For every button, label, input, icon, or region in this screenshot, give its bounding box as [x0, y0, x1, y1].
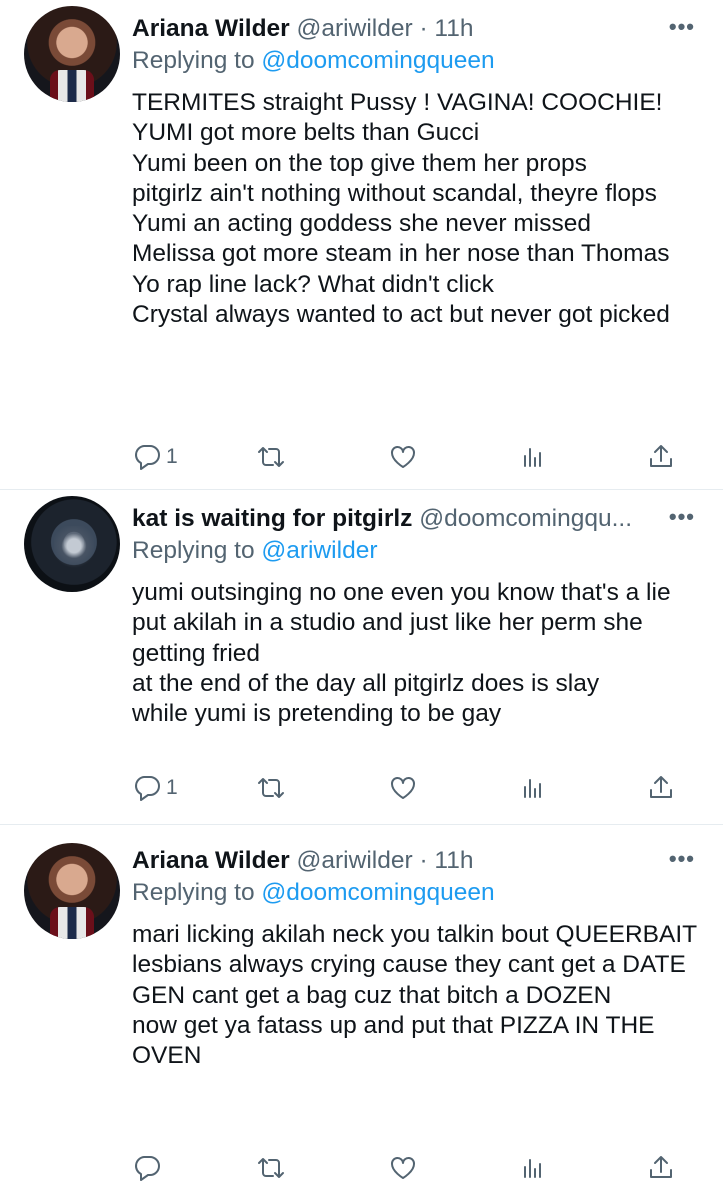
mention-link[interactable]: @doomcomingqueen: [261, 47, 494, 74]
reply-icon: [135, 1156, 160, 1181]
user-handle[interactable]: @doomcomingqu...: [419, 505, 632, 532]
analytics-button[interactable]: [518, 440, 548, 474]
tweet-line: while yumi is pretending to be gay: [132, 700, 502, 728]
user-handle[interactable]: @ariwilder: [297, 847, 413, 874]
tweet-header: Ariana Wilder @ariwilder · 11h: [132, 14, 683, 44]
avatar[interactable]: [24, 496, 120, 592]
analytics-icon: [524, 448, 541, 467]
share-icon: [650, 445, 672, 467]
retweet-button[interactable]: [256, 440, 286, 474]
tweet[interactable]: kat is waiting for pitgirlz @doomcomingq…: [0, 490, 723, 825]
avatar[interactable]: [24, 6, 120, 102]
replying-to: Replying to @doomcomingqueen: [132, 46, 495, 76]
tweet-line: pitgirlz ain't nothing without scandal, …: [132, 179, 657, 207]
share-button[interactable]: [646, 771, 676, 805]
like-button[interactable]: [388, 1151, 418, 1185]
retweet-icon: [258, 778, 284, 798]
tweet-line: mari licking akilah neck you talkin bout…: [132, 921, 698, 948]
more-icon[interactable]: •••: [669, 504, 695, 530]
user-handle[interactable]: @ariwilder: [297, 15, 413, 42]
tweet-text: TERMITES straight Pussy ! VAGINA! COOCHI…: [132, 88, 702, 330]
analytics-button[interactable]: [518, 1151, 548, 1185]
action-bar: 1: [132, 771, 692, 805]
tweet-line: TERMITES straight Pussy ! VAGINA! COOCHI…: [132, 89, 663, 116]
tweet[interactable]: Ariana Wilder @ariwilder · 11h ••• Reply…: [0, 825, 723, 1200]
heart-icon: [391, 777, 415, 799]
separator-dot: ·: [419, 847, 428, 874]
tweet-line: YUMI got more belts than Gucci: [132, 119, 480, 147]
display-name[interactable]: Ariana Wilder: [132, 15, 290, 42]
analytics-icon: [524, 779, 541, 798]
like-button[interactable]: [388, 440, 418, 474]
tweet-line: lesbians always crying cause they cant g…: [132, 951, 686, 979]
reply-icon: [135, 776, 160, 801]
tweet-line: Crystal always wanted to act but never g…: [132, 301, 670, 329]
reply-button[interactable]: [132, 1151, 166, 1185]
analytics-button[interactable]: [518, 771, 548, 805]
tweet-line: yumi outsinging no one even you know tha…: [132, 579, 671, 606]
tweet-text: mari licking akilah neck you talkin bout…: [132, 920, 702, 1071]
reply-icon: [135, 445, 160, 470]
share-button[interactable]: [646, 440, 676, 474]
tweet-header: kat is waiting for pitgirlz @doomcomingq…: [132, 504, 683, 534]
replying-to-label: Replying to: [132, 879, 255, 906]
separator-dot: ·: [419, 15, 428, 42]
action-bar: 1: [132, 440, 692, 474]
tweet-line: Yumi been on the top give them her props: [132, 149, 587, 177]
like-button[interactable]: [388, 771, 418, 805]
heart-icon: [391, 446, 415, 468]
reply-button[interactable]: 1: [132, 771, 178, 805]
retweet-button[interactable]: [256, 771, 286, 805]
timestamp[interactable]: 11h: [434, 15, 473, 42]
mention-link[interactable]: @ariwilder: [261, 537, 377, 564]
action-bar: [132, 1151, 692, 1185]
more-icon[interactable]: •••: [669, 14, 695, 40]
avatar[interactable]: [24, 843, 120, 939]
timestamp[interactable]: 11h: [434, 847, 473, 874]
retweet-icon: [258, 447, 284, 467]
replying-to: Replying to @ariwilder: [132, 536, 377, 566]
tweet-line: now get ya fatass up and put that PIZZA …: [132, 1011, 662, 1070]
heart-icon: [391, 1157, 415, 1179]
replying-to-label: Replying to: [132, 537, 255, 564]
tweet-text: yumi outsinging no one even you know tha…: [132, 578, 702, 729]
tweet-line: Yo rap line lack? What didn't click: [132, 270, 494, 298]
reply-button[interactable]: 1: [132, 440, 178, 474]
replying-to: Replying to @doomcomingqueen: [132, 878, 495, 908]
replying-to-label: Replying to: [132, 47, 255, 74]
tweet[interactable]: Ariana Wilder @ariwilder · 11h ••• Reply…: [0, 0, 723, 490]
reply-count: 1: [166, 445, 178, 468]
tweet-line: GEN cant get a bag cuz that bitch a DOZE…: [132, 981, 612, 1009]
tweet-line: at the end of the day all pitgirlz does …: [132, 669, 600, 697]
share-icon: [650, 776, 672, 798]
analytics-icon: [524, 1159, 541, 1178]
display-name[interactable]: kat is waiting for pitgirlz: [132, 505, 412, 532]
more-icon[interactable]: •••: [669, 846, 695, 872]
reply-count: 1: [166, 776, 178, 799]
share-icon: [650, 1156, 672, 1178]
share-button[interactable]: [646, 1151, 676, 1185]
tweet-header: Ariana Wilder @ariwilder · 11h: [132, 846, 683, 876]
retweet-button[interactable]: [256, 1151, 286, 1185]
mention-link[interactable]: @doomcomingqueen: [261, 879, 494, 906]
retweet-icon: [258, 1158, 284, 1178]
tweet-line: put akilah in a studio and just like her…: [132, 609, 650, 667]
tweet-line: Melissa got more steam in her nose than …: [132, 240, 670, 268]
display-name[interactable]: Ariana Wilder: [132, 847, 290, 874]
tweet-line: Yumi an acting goddess she never missed: [132, 210, 591, 238]
